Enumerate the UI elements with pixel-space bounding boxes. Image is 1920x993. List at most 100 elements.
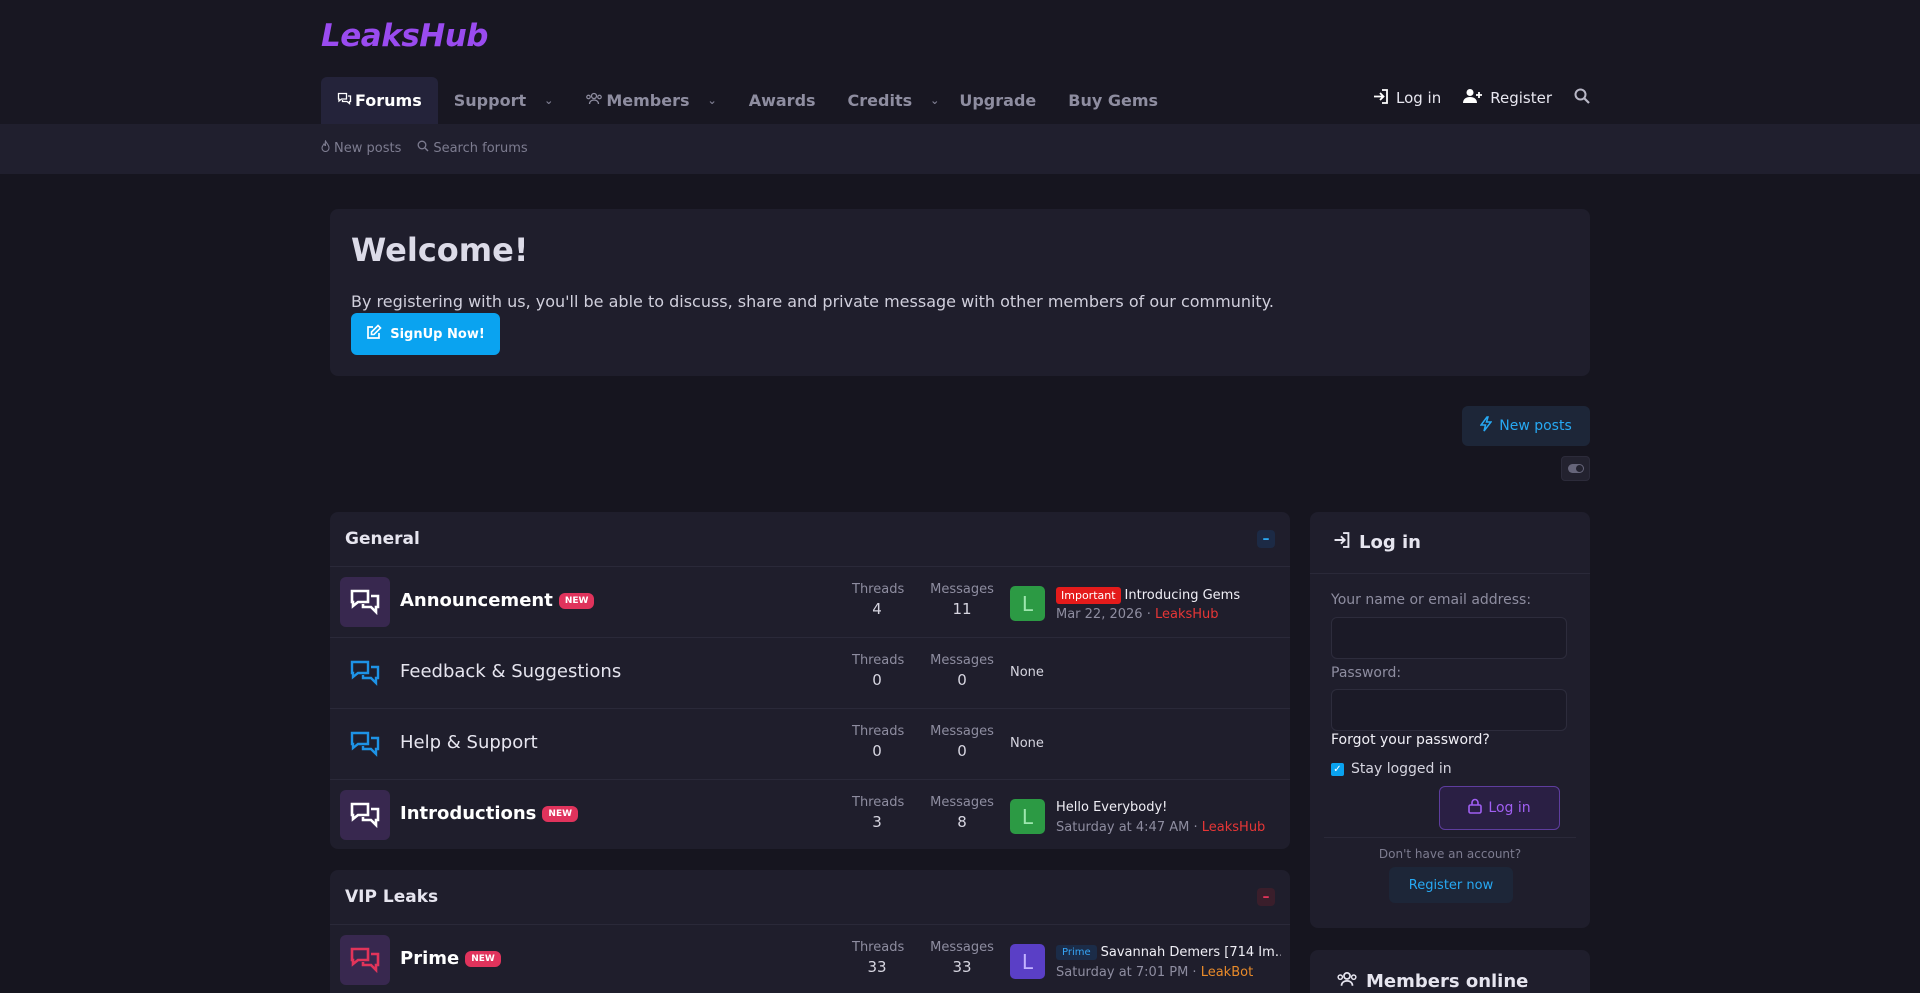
login-widget: Log in Your name or email address: Passw… [1310,512,1590,928]
last-post-date[interactable]: Saturday at 7:01 PM [1056,965,1188,980]
category-title[interactable]: VIP Leaks [345,887,438,907]
search-button[interactable] [1574,88,1590,108]
messages-label: Messages [930,582,994,597]
last-post-title[interactable]: Important Introducing Gems [1056,587,1240,604]
forum-title-text: Prime [400,948,460,969]
welcome-notice: Welcome! By registering with us, you'll … [330,209,1590,376]
threads-count: 4 [872,600,882,618]
comments-icon [337,92,352,109]
nav-upgrade[interactable]: Upgrade [955,77,1052,124]
divider [1324,837,1576,838]
forum-title-text: Announcement [400,590,553,611]
name-email-input[interactable] [1331,617,1567,659]
threads-label: Threads [852,795,905,810]
nav-upgrade-label: Upgrade [959,91,1037,110]
style-toggle[interactable] [1561,456,1590,481]
nav-buy-gems[interactable]: Buy Gems [1052,77,1174,124]
threads-count: 0 [872,671,882,689]
login-button[interactable]: Log in [1439,786,1560,830]
chevron-down-icon[interactable]: ⌄ [930,94,939,107]
forum-row: Announcement NEW Threads 4 Messages 11 L… [330,567,1290,638]
forum-title[interactable]: Help & Support [400,732,538,753]
login-link[interactable]: Log in [1373,88,1441,108]
new-posts-button-label: New posts [1499,418,1572,434]
users-icon [585,92,603,109]
subnav-search-forums[interactable]: Search forums [417,140,528,156]
chevron-down-icon[interactable]: ⌄ [544,94,553,107]
password-input[interactable] [1331,689,1567,731]
nav-forums[interactable]: Forums [321,77,438,124]
welcome-text: By registering with us, you'll be able t… [351,292,1274,311]
forum-row: Feedback & Suggestions Threads 0 Message… [330,638,1290,709]
avatar[interactable]: L [1010,944,1045,979]
messages-stat: Messages 8 [927,795,997,831]
nav-awards[interactable]: Awards [733,77,832,124]
threads-count: 33 [867,958,887,976]
threads-label: Threads [852,940,905,955]
last-post-date[interactable]: Saturday at 4:47 AM [1056,820,1189,835]
forum-unread-icon[interactable] [340,577,390,627]
last-post-title-text: Introducing Gems [1124,588,1241,603]
category-vip-leaks: VIP Leaks – Prime NEW Threads 33 Message… [330,870,1290,993]
messages-stat: Messages 11 [927,582,997,618]
category-title[interactable]: General [345,529,420,549]
threads-label: Threads [852,724,905,739]
forum-row: Prime NEW Threads 33 Messages 33 L Prime… [330,925,1290,993]
search-icon [417,140,429,156]
forum-unread-icon[interactable] [340,935,390,985]
messages-stat: Messages 0 [927,724,997,760]
last-post-none: None [1010,665,1044,680]
nav-forums-label: Forums [355,91,422,110]
messages-count: 0 [957,671,967,689]
subnav-new-posts[interactable]: New posts [321,139,401,156]
checkbox[interactable]: ✓ [1331,762,1344,776]
avatar[interactable]: L [1010,586,1045,621]
register-link[interactable]: Register [1463,88,1552,108]
nav-members[interactable]: Members ⌄ [569,77,732,124]
last-post-none: None [1010,736,1044,751]
nav-credits-label: Credits [847,91,913,110]
signup-button[interactable]: SignUp Now! [351,313,500,355]
chevron-down-icon[interactable]: ⌄ [708,94,717,107]
forum-title[interactable]: Prime NEW [400,948,501,969]
messages-label: Messages [930,724,994,739]
forum-title[interactable]: Introductions NEW [400,803,579,824]
last-post-user[interactable]: LeaksHub [1202,820,1266,835]
forum-title-text: Introductions [400,803,537,824]
login-widget-header: Log in [1310,512,1590,574]
last-post-title[interactable]: Prime Savannah Demers [714 Im… [1056,945,1281,960]
threads-stat: Threads 4 [852,582,904,618]
collapse-button[interactable]: – [1257,888,1275,906]
forum-unread-icon[interactable] [340,790,390,840]
collapse-button[interactable]: – [1257,530,1275,548]
last-post-title[interactable]: Hello Everybody! [1056,800,1167,815]
last-post-date[interactable]: Mar 22, 2026 [1056,607,1143,622]
last-post-user[interactable]: LeakBot [1201,965,1253,980]
stay-logged-in[interactable]: ✓ Stay logged in [1331,761,1452,777]
messages-label: Messages [930,940,994,955]
members-online-title: Members online [1366,971,1529,992]
forum-read-icon[interactable] [340,648,390,698]
forum-read-icon[interactable] [340,719,390,769]
threads-count: 0 [872,742,882,760]
avatar[interactable]: L [1010,799,1045,834]
register-now-button[interactable]: Register now [1389,867,1513,903]
signup-button-label: SignUp Now! [390,326,485,342]
last-post-user[interactable]: LeaksHub [1155,607,1219,622]
messages-count: 0 [957,742,967,760]
bolt-icon [1479,416,1493,436]
messages-label: Messages [930,795,994,810]
forum-row: Introductions NEW Threads 3 Messages 8 L… [330,780,1290,849]
forgot-password-link[interactable]: Forgot your password? [1331,732,1490,748]
messages-count: 8 [957,813,967,831]
last-post-title-text: Savannah Demers [714 Im… [1100,945,1281,960]
nav-credits[interactable]: Credits ⌄ [832,77,956,124]
nav-support[interactable]: Support ⌄ [438,77,570,124]
last-post-title-text: Hello Everybody! [1056,800,1168,815]
site-logo[interactable]: LeaksHub [321,18,488,54]
search-icon [1574,88,1590,108]
forum-title[interactable]: Announcement NEW [400,590,595,611]
new-posts-button[interactable]: New posts [1462,406,1590,446]
subnav-search-forums-label: Search forums [433,140,528,156]
forum-title[interactable]: Feedback & Suggestions [400,661,621,682]
